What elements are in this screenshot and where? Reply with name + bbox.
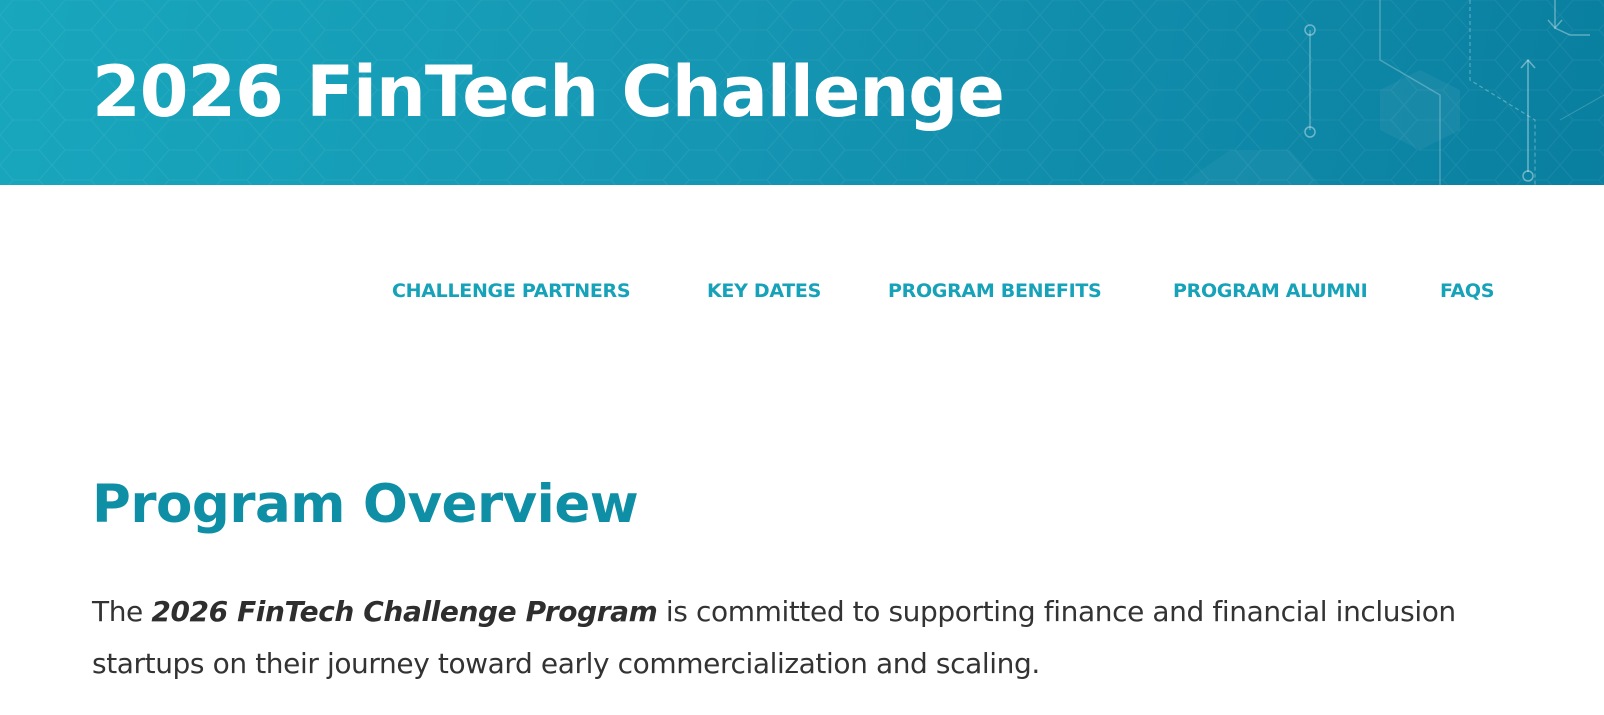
nav-link-key-dates[interactable]: KEY DATES [707,276,821,306]
nav-link-program-alumni[interactable]: PROGRAM ALUMNI [1173,276,1368,306]
intro-prefix: The [92,595,152,628]
page-title: 2026 FinTech Challenge [92,51,1005,133]
intro-program-name: 2026 FinTech Challenge Program [151,595,658,628]
section-nav: CHALLENGE PARTNERS KEY DATES PROGRAM BEN… [0,276,1604,306]
nav-link-challenge-partners[interactable]: CHALLENGE PARTNERS [392,276,631,306]
intro-paragraph: The 2026 FinTech Challenge Program is co… [92,586,1512,690]
nav-link-program-benefits[interactable]: PROGRAM BENEFITS [888,276,1102,306]
nav-link-faqs[interactable]: FAQS [1440,276,1494,306]
section-heading-program-overview: Program Overview [92,474,639,535]
hero-banner: 2026 FinTech Challenge [0,0,1604,185]
